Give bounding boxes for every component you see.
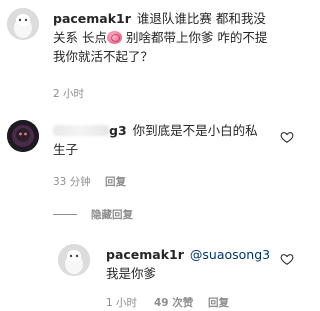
divider-line — [53, 214, 77, 215]
comment-body: pacemak1r 谁退队谁比赛 都和我没关系 长点 别啥都带上你爹 咋的不提我你… — [53, 9, 275, 66]
comment-username[interactable]: pacemak1r — [53, 11, 131, 26]
reply-label: 回复 — [105, 176, 126, 188]
anatomical-heart-brain-emoji-icon — [106, 31, 122, 44]
heart-icon[interactable] — [280, 252, 294, 266]
reply-text: 我是你爹 — [106, 266, 157, 281]
comment-username[interactable]: g3 — [109, 123, 127, 138]
avatar[interactable] — [7, 120, 39, 152]
avatar[interactable] — [7, 8, 39, 40]
hidden-replies-label: 隐藏回复 — [91, 209, 133, 221]
reply-likes[interactable]: 49 次赞 — [154, 295, 193, 310]
comment-time: 33 分钟 — [53, 176, 91, 188]
reply-time: 1 小时 — [106, 297, 138, 309]
white-dog-avatar-icon — [7, 8, 39, 40]
comment-body: g3 你到底是不是小白的私生子 — [53, 121, 263, 159]
blurred-username — [53, 125, 109, 136]
reply-button[interactable]: 回复 — [105, 174, 126, 189]
likes-count: 49 次赞 — [154, 297, 194, 309]
heart-icon[interactable] — [280, 130, 294, 144]
reply-button[interactable]: 回复 — [208, 295, 229, 310]
dark-figure-avatar-icon — [7, 120, 39, 152]
avatar[interactable] — [58, 244, 90, 276]
reply-username[interactable]: pacemak1r — [106, 247, 184, 262]
comment-time: 2 小时 — [53, 88, 85, 100]
white-dog-avatar-icon — [58, 244, 90, 276]
reply-body: pacemak1r @suaosong3 我是你爹 — [106, 245, 276, 283]
hidden-replies-toggle[interactable]: 隐藏回复 — [53, 207, 133, 222]
mention-link[interactable]: @suaosong3 — [190, 247, 270, 262]
reply-label: 回复 — [208, 297, 229, 309]
